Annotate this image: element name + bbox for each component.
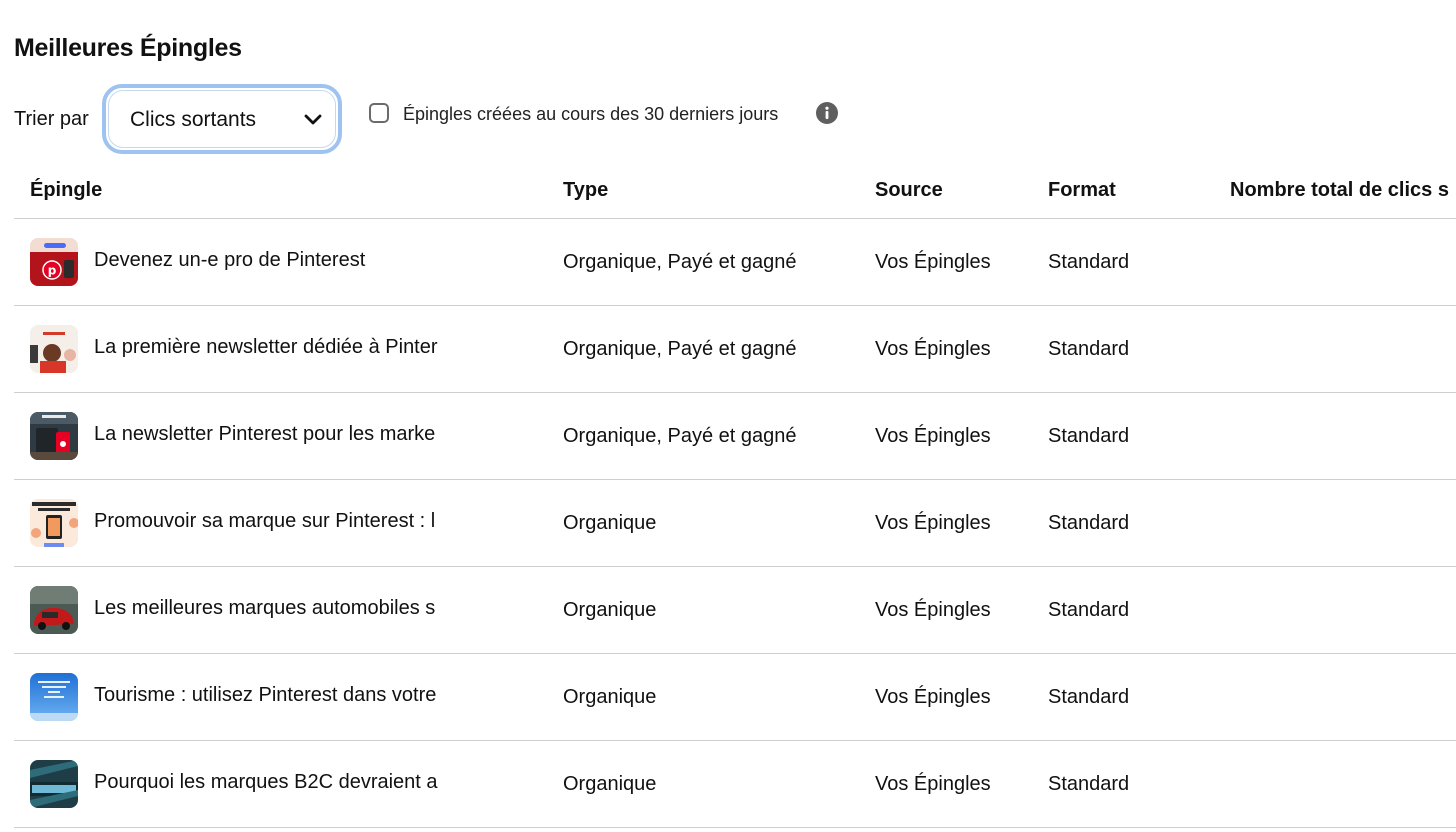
pin-title[interactable]: Devenez un-e pro de Pinterest: [94, 249, 464, 272]
pin-title[interactable]: La newsletter Pinterest pour les marke: [94, 423, 464, 446]
pin-thumbnail[interactable]: [30, 760, 78, 808]
pin-title[interactable]: Promouvoir sa marque sur Pinterest : l: [94, 510, 464, 533]
pin-thumbnail[interactable]: [30, 586, 78, 634]
top-pins-panel: Meilleures Épingles Trier par Clics sort…: [0, 0, 1456, 832]
pin-type: Organique: [563, 773, 657, 795]
pin-source: Vos Épingles: [875, 512, 991, 534]
toolbar: Trier par Clics sortants Épingles créées…: [14, 84, 914, 156]
recent-pins-checkbox-label[interactable]: Épingles créées au cours des 30 derniers…: [403, 104, 778, 125]
pin-title[interactable]: La première newsletter dédiée à Pinter: [94, 336, 464, 359]
info-icon[interactable]: [816, 102, 838, 124]
table-header: Épingle Type Source Format Nombre total …: [14, 162, 1456, 219]
sort-label: Trier par: [14, 108, 89, 130]
pin-source: Vos Épingles: [875, 599, 991, 621]
column-header-total-clicks[interactable]: Nombre total de clics s: [1230, 179, 1449, 202]
table-row[interactable]: Les meilleures marques automobiles s Org…: [14, 567, 1456, 654]
table-row[interactable]: Promouvoir sa marque sur Pinterest : l O…: [14, 480, 1456, 567]
pin-format: Standard: [1048, 338, 1130, 360]
column-header-pin[interactable]: Épingle: [30, 179, 102, 202]
pin-title[interactable]: Pourquoi les marques B2C devraient a: [94, 771, 464, 794]
chevron-down-icon: [304, 114, 322, 125]
pin-source: Vos Épingles: [875, 686, 991, 708]
pin-thumbnail[interactable]: [30, 673, 78, 721]
pin-source: Vos Épingles: [875, 338, 991, 360]
pin-type: Organique, Payé et gagné: [563, 251, 797, 273]
top-pins-table: Épingle Type Source Format Nombre total …: [14, 162, 1456, 828]
pin-thumbnail[interactable]: p: [30, 238, 78, 286]
pin-source: Vos Épingles: [875, 773, 991, 795]
sort-dropdown[interactable]: Clics sortants: [102, 84, 342, 154]
pin-type: Organique: [563, 686, 657, 708]
table-row[interactable]: p Devenez un-e pro de Pinterest Organiqu…: [14, 219, 1456, 306]
recent-pins-checkbox[interactable]: [369, 103, 389, 123]
pin-thumbnail[interactable]: [30, 499, 78, 547]
table-row[interactable]: La newsletter Pinterest pour les marke O…: [14, 393, 1456, 480]
column-header-source[interactable]: Source: [875, 179, 943, 202]
pin-source: Vos Épingles: [875, 251, 991, 273]
pin-type: Organique, Payé et gagné: [563, 425, 797, 447]
pin-format: Standard: [1048, 425, 1130, 447]
pin-type: Organique: [563, 599, 657, 621]
pin-format: Standard: [1048, 686, 1130, 708]
pin-format: Standard: [1048, 512, 1130, 534]
pin-thumbnail[interactable]: [30, 412, 78, 460]
page-title: Meilleures Épingles: [14, 34, 242, 62]
pin-source: Vos Épingles: [875, 425, 991, 447]
pin-format: Standard: [1048, 599, 1130, 621]
sort-dropdown-value: Clics sortants: [130, 108, 257, 131]
column-header-type[interactable]: Type: [563, 179, 608, 202]
pin-format: Standard: [1048, 251, 1130, 273]
column-header-format[interactable]: Format: [1048, 179, 1116, 202]
table-row[interactable]: La première newsletter dédiée à Pinter O…: [14, 306, 1456, 393]
table-row[interactable]: Pourquoi les marques B2C devraient a Org…: [14, 741, 1456, 828]
svg-text:p: p: [48, 264, 57, 278]
pin-title[interactable]: Tourisme : utilisez Pinterest dans votre: [94, 684, 464, 707]
pin-thumbnail[interactable]: [30, 325, 78, 373]
table-row[interactable]: Tourisme : utilisez Pinterest dans votre…: [14, 654, 1456, 741]
pin-type: Organique, Payé et gagné: [563, 338, 797, 360]
pin-type: Organique: [563, 512, 657, 534]
pin-format: Standard: [1048, 773, 1130, 795]
pin-title[interactable]: Les meilleures marques automobiles s: [94, 597, 464, 620]
